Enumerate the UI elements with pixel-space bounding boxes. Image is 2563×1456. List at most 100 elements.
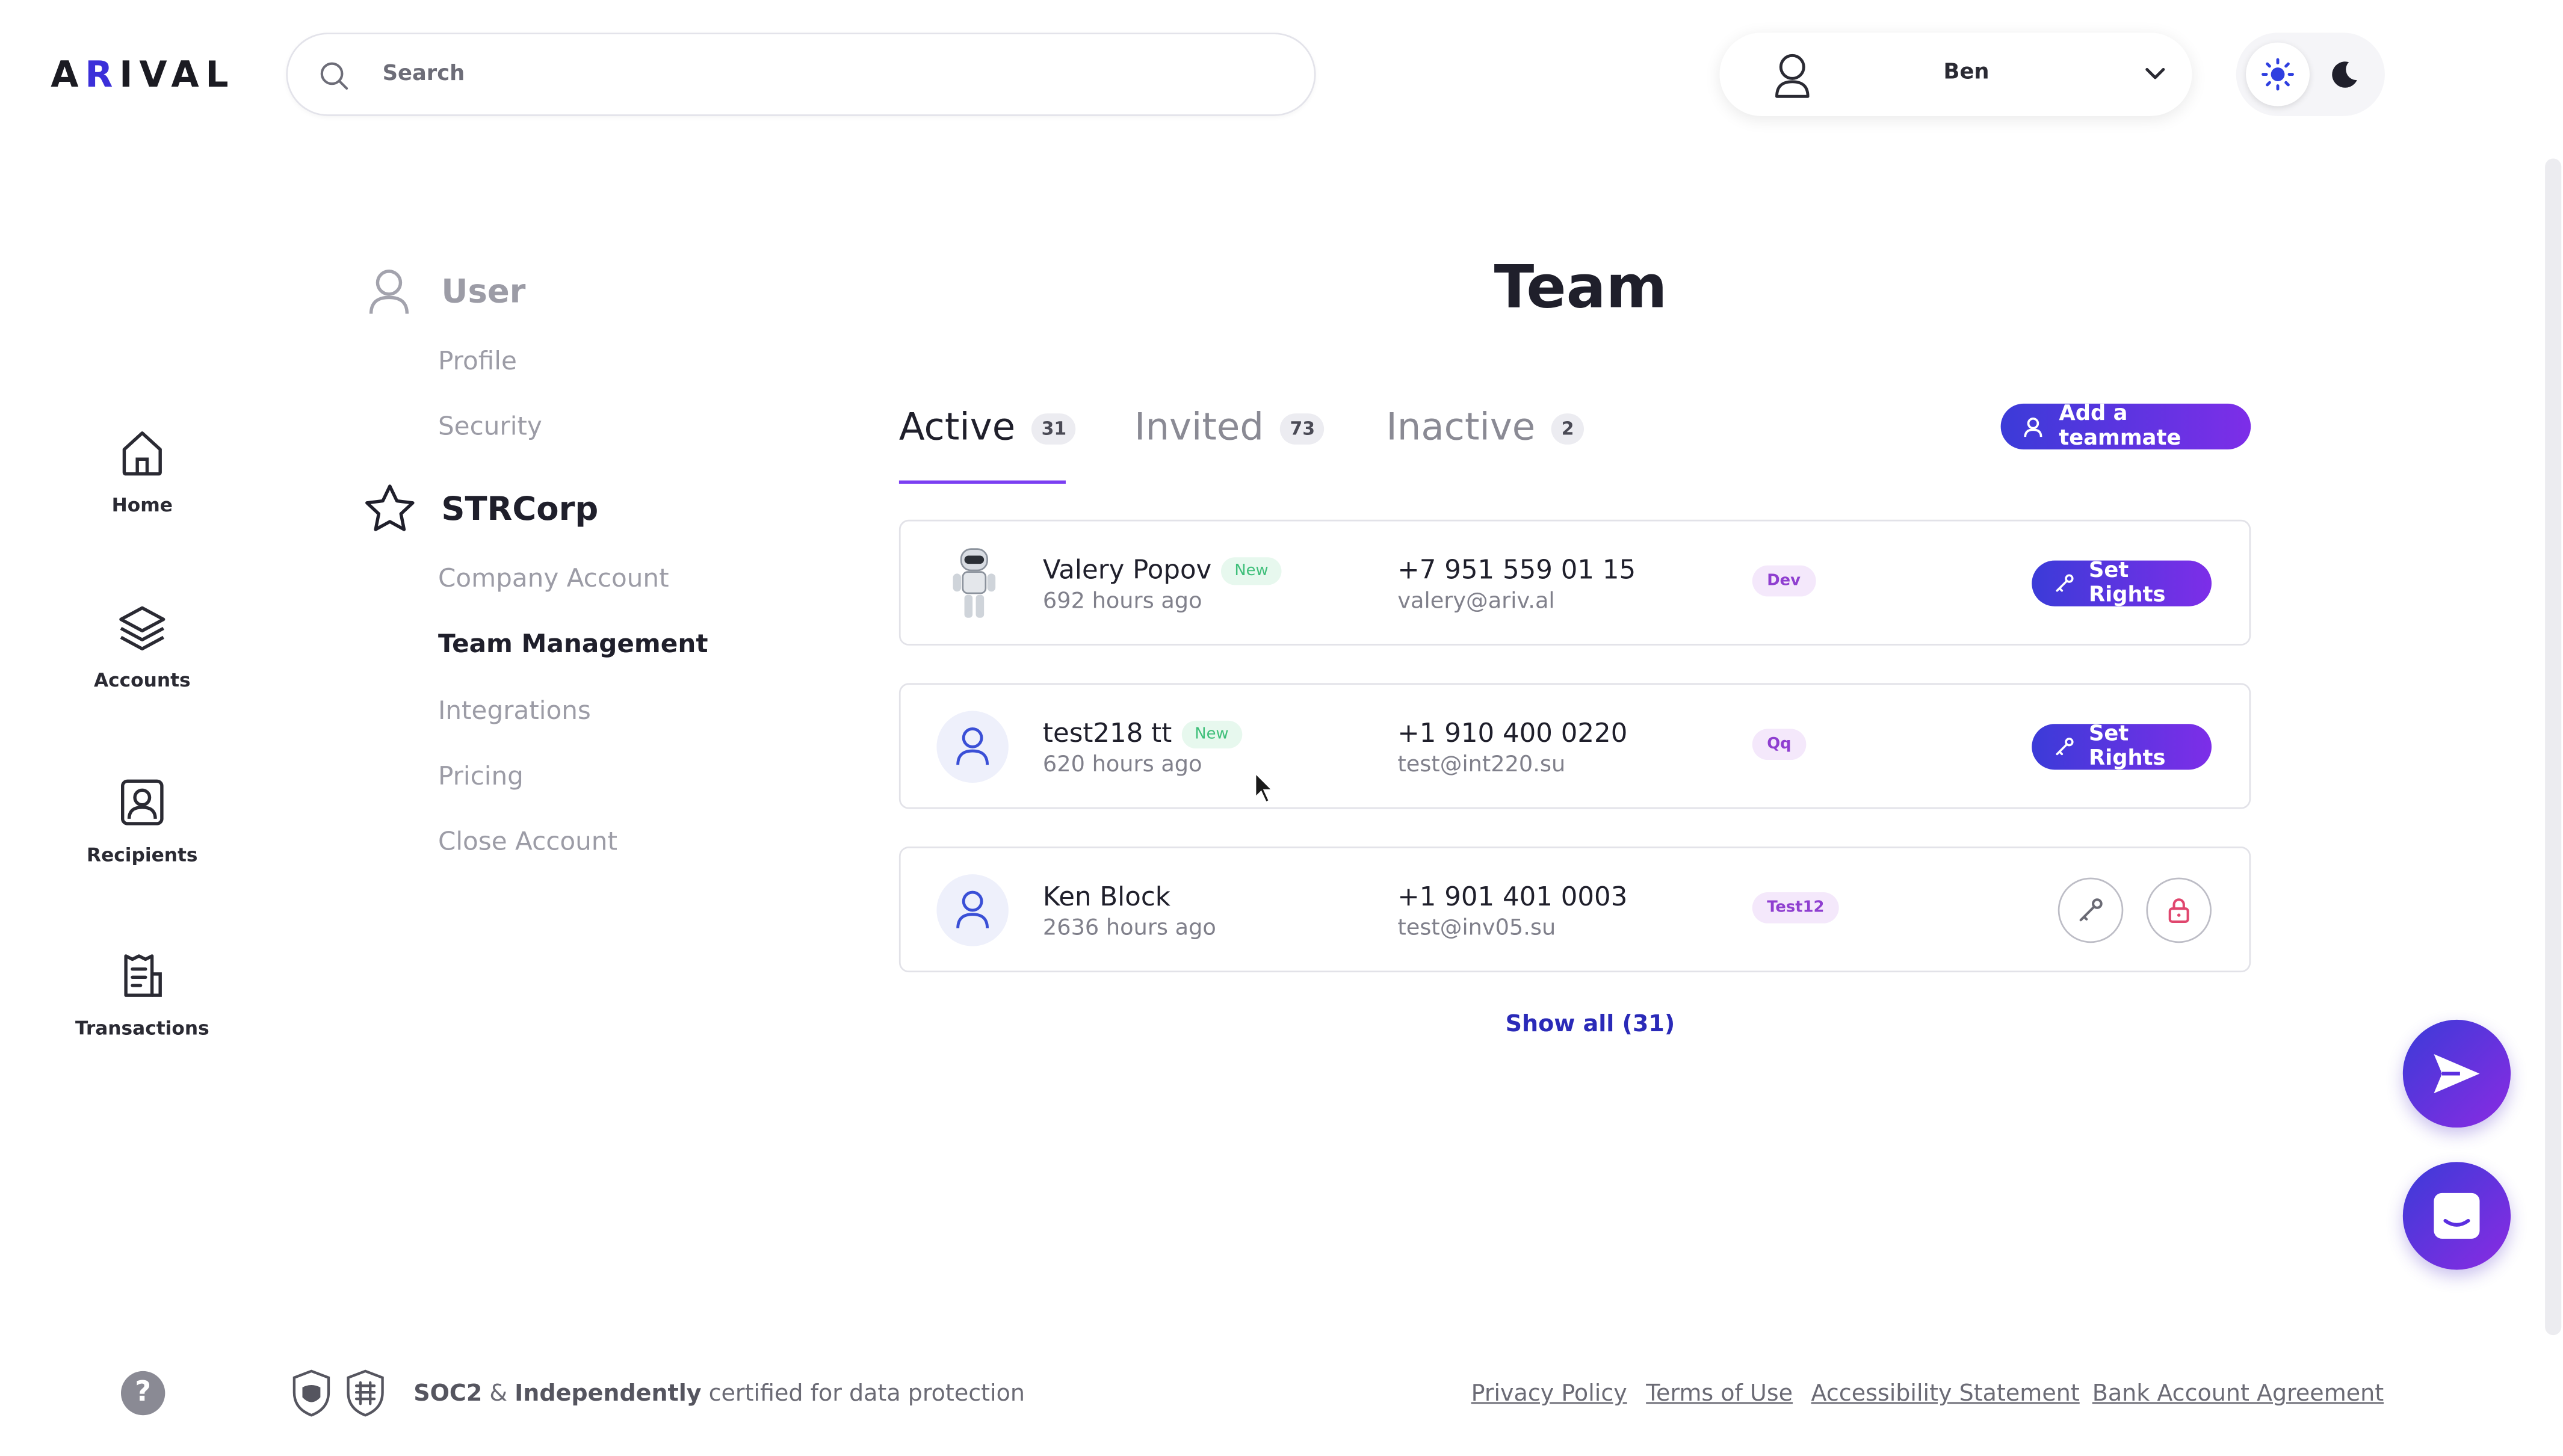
nav-accounts[interactable]: Accounts	[66, 603, 219, 693]
settings-pricing-link[interactable]: Pricing	[438, 762, 524, 791]
user-icon	[369, 270, 409, 314]
chat-button[interactable]	[2402, 1162, 2511, 1270]
user-icon	[956, 727, 989, 765]
page-title: Team	[1494, 254, 1668, 322]
avatar	[936, 874, 1009, 946]
settings-company-account-link[interactable]: Company Account	[438, 564, 669, 593]
settings-profile-link[interactable]: Profile	[438, 347, 517, 376]
tab-invited[interactable]: Invited 73	[1134, 407, 1325, 449]
active-tab-indicator	[898, 480, 1066, 484]
soc2-badge-icon	[292, 1369, 330, 1417]
role-badge: Dev	[1752, 565, 1816, 597]
settings-company-section: STRCorp	[363, 482, 598, 534]
set-rights-label: Set Rights	[2088, 722, 2166, 772]
set-rights-label: Set Rights	[2088, 558, 2166, 608]
set-rights-button[interactable]: Set Rights	[2032, 722, 2212, 772]
team-member-row[interactable]: Valery Popov New 692 hours ago +7 951 559…	[898, 519, 2251, 646]
tab-inactive-count: 2	[1551, 413, 1584, 445]
tab-inactive[interactable]: Inactive 2	[1386, 407, 1584, 449]
tab-active[interactable]: Active 31	[899, 407, 1077, 449]
nav-transactions-label: Transactions	[75, 1016, 209, 1040]
key-icon	[2056, 574, 2074, 592]
member-last-seen: 692 hours ago	[1042, 588, 1202, 615]
nav-accounts-label: Accounts	[93, 668, 191, 691]
chat-icon	[2434, 1192, 2480, 1239]
nav-home[interactable]: Home	[66, 428, 219, 518]
member-phone: +7 951 559 01 15	[1397, 554, 1636, 585]
member-name: Ken Block	[1042, 881, 1170, 912]
layers-icon	[119, 606, 165, 651]
add-teammate-button[interactable]: Add a teammate	[2000, 402, 2251, 451]
user-icon	[2024, 416, 2042, 436]
set-rights-button[interactable]: Set Rights	[2032, 558, 2212, 608]
certification-text: SOC2 & Independently certified for data …	[413, 1381, 1025, 1407]
member-name: Valery Popov New	[1042, 554, 1282, 585]
search-bar[interactable]: Search	[286, 32, 1316, 116]
member-email: test@int220.su	[1397, 751, 1566, 778]
send-icon	[2434, 1053, 2480, 1094]
member-email: valery@ariv.al	[1397, 588, 1555, 615]
tab-inactive-label: Inactive	[1386, 407, 1536, 449]
soc2-text: SOC2	[413, 1381, 483, 1407]
send-button[interactable]	[2402, 1019, 2511, 1128]
light-mode-button[interactable]	[2246, 42, 2310, 106]
user-dropdown[interactable]: Ben	[1719, 32, 2192, 116]
user-icon	[956, 890, 989, 928]
team-member-row[interactable]: Ken Block 2636 hours ago +1 901 401 0003…	[898, 846, 2251, 973]
nav-transactions[interactable]: Transactions	[66, 951, 219, 1041]
key-icon	[2056, 738, 2074, 756]
nav-recipients-label: Recipients	[87, 843, 198, 866]
set-rights-icon-button[interactable]	[2058, 877, 2124, 943]
mouse-cursor-icon	[1254, 771, 1275, 804]
show-all-link[interactable]: Show all (31)	[1506, 1011, 1675, 1037]
receipt-icon	[124, 954, 162, 997]
privacy-policy-link[interactable]: Privacy Policy	[1471, 1381, 1627, 1407]
search-icon	[320, 62, 348, 90]
help-button[interactable]: ?	[120, 1371, 165, 1416]
member-name-text: Valery Popov	[1042, 554, 1212, 585]
settings-close-account-link[interactable]: Close Account	[438, 827, 617, 856]
deactivate-button[interactable]	[2146, 877, 2212, 943]
user-name: Ben	[1943, 60, 1989, 85]
chevron-down-icon[interactable]	[2145, 66, 2166, 82]
add-teammate-label: Add a teammate	[2059, 402, 2181, 451]
search-placeholder[interactable]: Search	[383, 62, 465, 87]
terms-of-use-link[interactable]: Terms of Use	[1646, 1381, 1793, 1407]
settings-security-link[interactable]: Security	[438, 412, 542, 441]
arival-logo[interactable]: ARIVAL	[51, 55, 235, 96]
cert-amp-text: &	[482, 1381, 515, 1407]
certification-badge-icon	[347, 1369, 384, 1417]
key-icon	[2079, 898, 2103, 922]
contact-card-icon	[120, 779, 164, 825]
avatar	[936, 711, 1009, 783]
member-email: test@inv05.su	[1397, 915, 1556, 942]
user-heading: User	[441, 271, 526, 311]
bank-account-agreement-link[interactable]: Bank Account Agreement	[2092, 1381, 2384, 1407]
nav-home-label: Home	[111, 493, 173, 517]
nav-recipients[interactable]: Recipients	[66, 778, 219, 868]
member-last-seen: 620 hours ago	[1042, 751, 1202, 778]
role-badge: Qq	[1752, 729, 1807, 760]
user-icon	[1775, 54, 1810, 98]
member-name: test218 tt New	[1042, 717, 1242, 749]
settings-user-section: User	[366, 267, 525, 315]
tab-active-count: 31	[1031, 413, 1077, 445]
settings-integrations-link[interactable]: Integrations	[438, 696, 591, 726]
member-phone: +1 901 401 0003	[1397, 881, 1628, 912]
tab-invited-label: Invited	[1134, 407, 1264, 449]
team-member-row[interactable]: test218 tt New 620 hours ago +1 910 400 0…	[898, 683, 2251, 809]
moon-icon[interactable]	[2330, 59, 2361, 90]
new-badge: New	[1181, 720, 1242, 749]
accessibility-statement-link[interactable]: Accessibility Statement	[1811, 1381, 2080, 1407]
theme-toggle[interactable]	[2236, 32, 2385, 116]
tab-invited-count: 73	[1280, 413, 1325, 445]
sun-icon	[2262, 58, 2294, 91]
independently-text: Independently	[515, 1381, 702, 1407]
cert-rest-text: certified for data protection	[701, 1381, 1025, 1407]
company-heading: STRCorp	[441, 489, 599, 528]
member-phone: +1 910 400 0220	[1397, 717, 1628, 749]
member-name-text: test218 tt	[1042, 717, 1172, 749]
role-badge: Test12	[1752, 892, 1839, 924]
settings-team-management-link[interactable]: Team Management	[438, 629, 708, 659]
scrollbar[interactable]	[2545, 158, 2562, 1336]
